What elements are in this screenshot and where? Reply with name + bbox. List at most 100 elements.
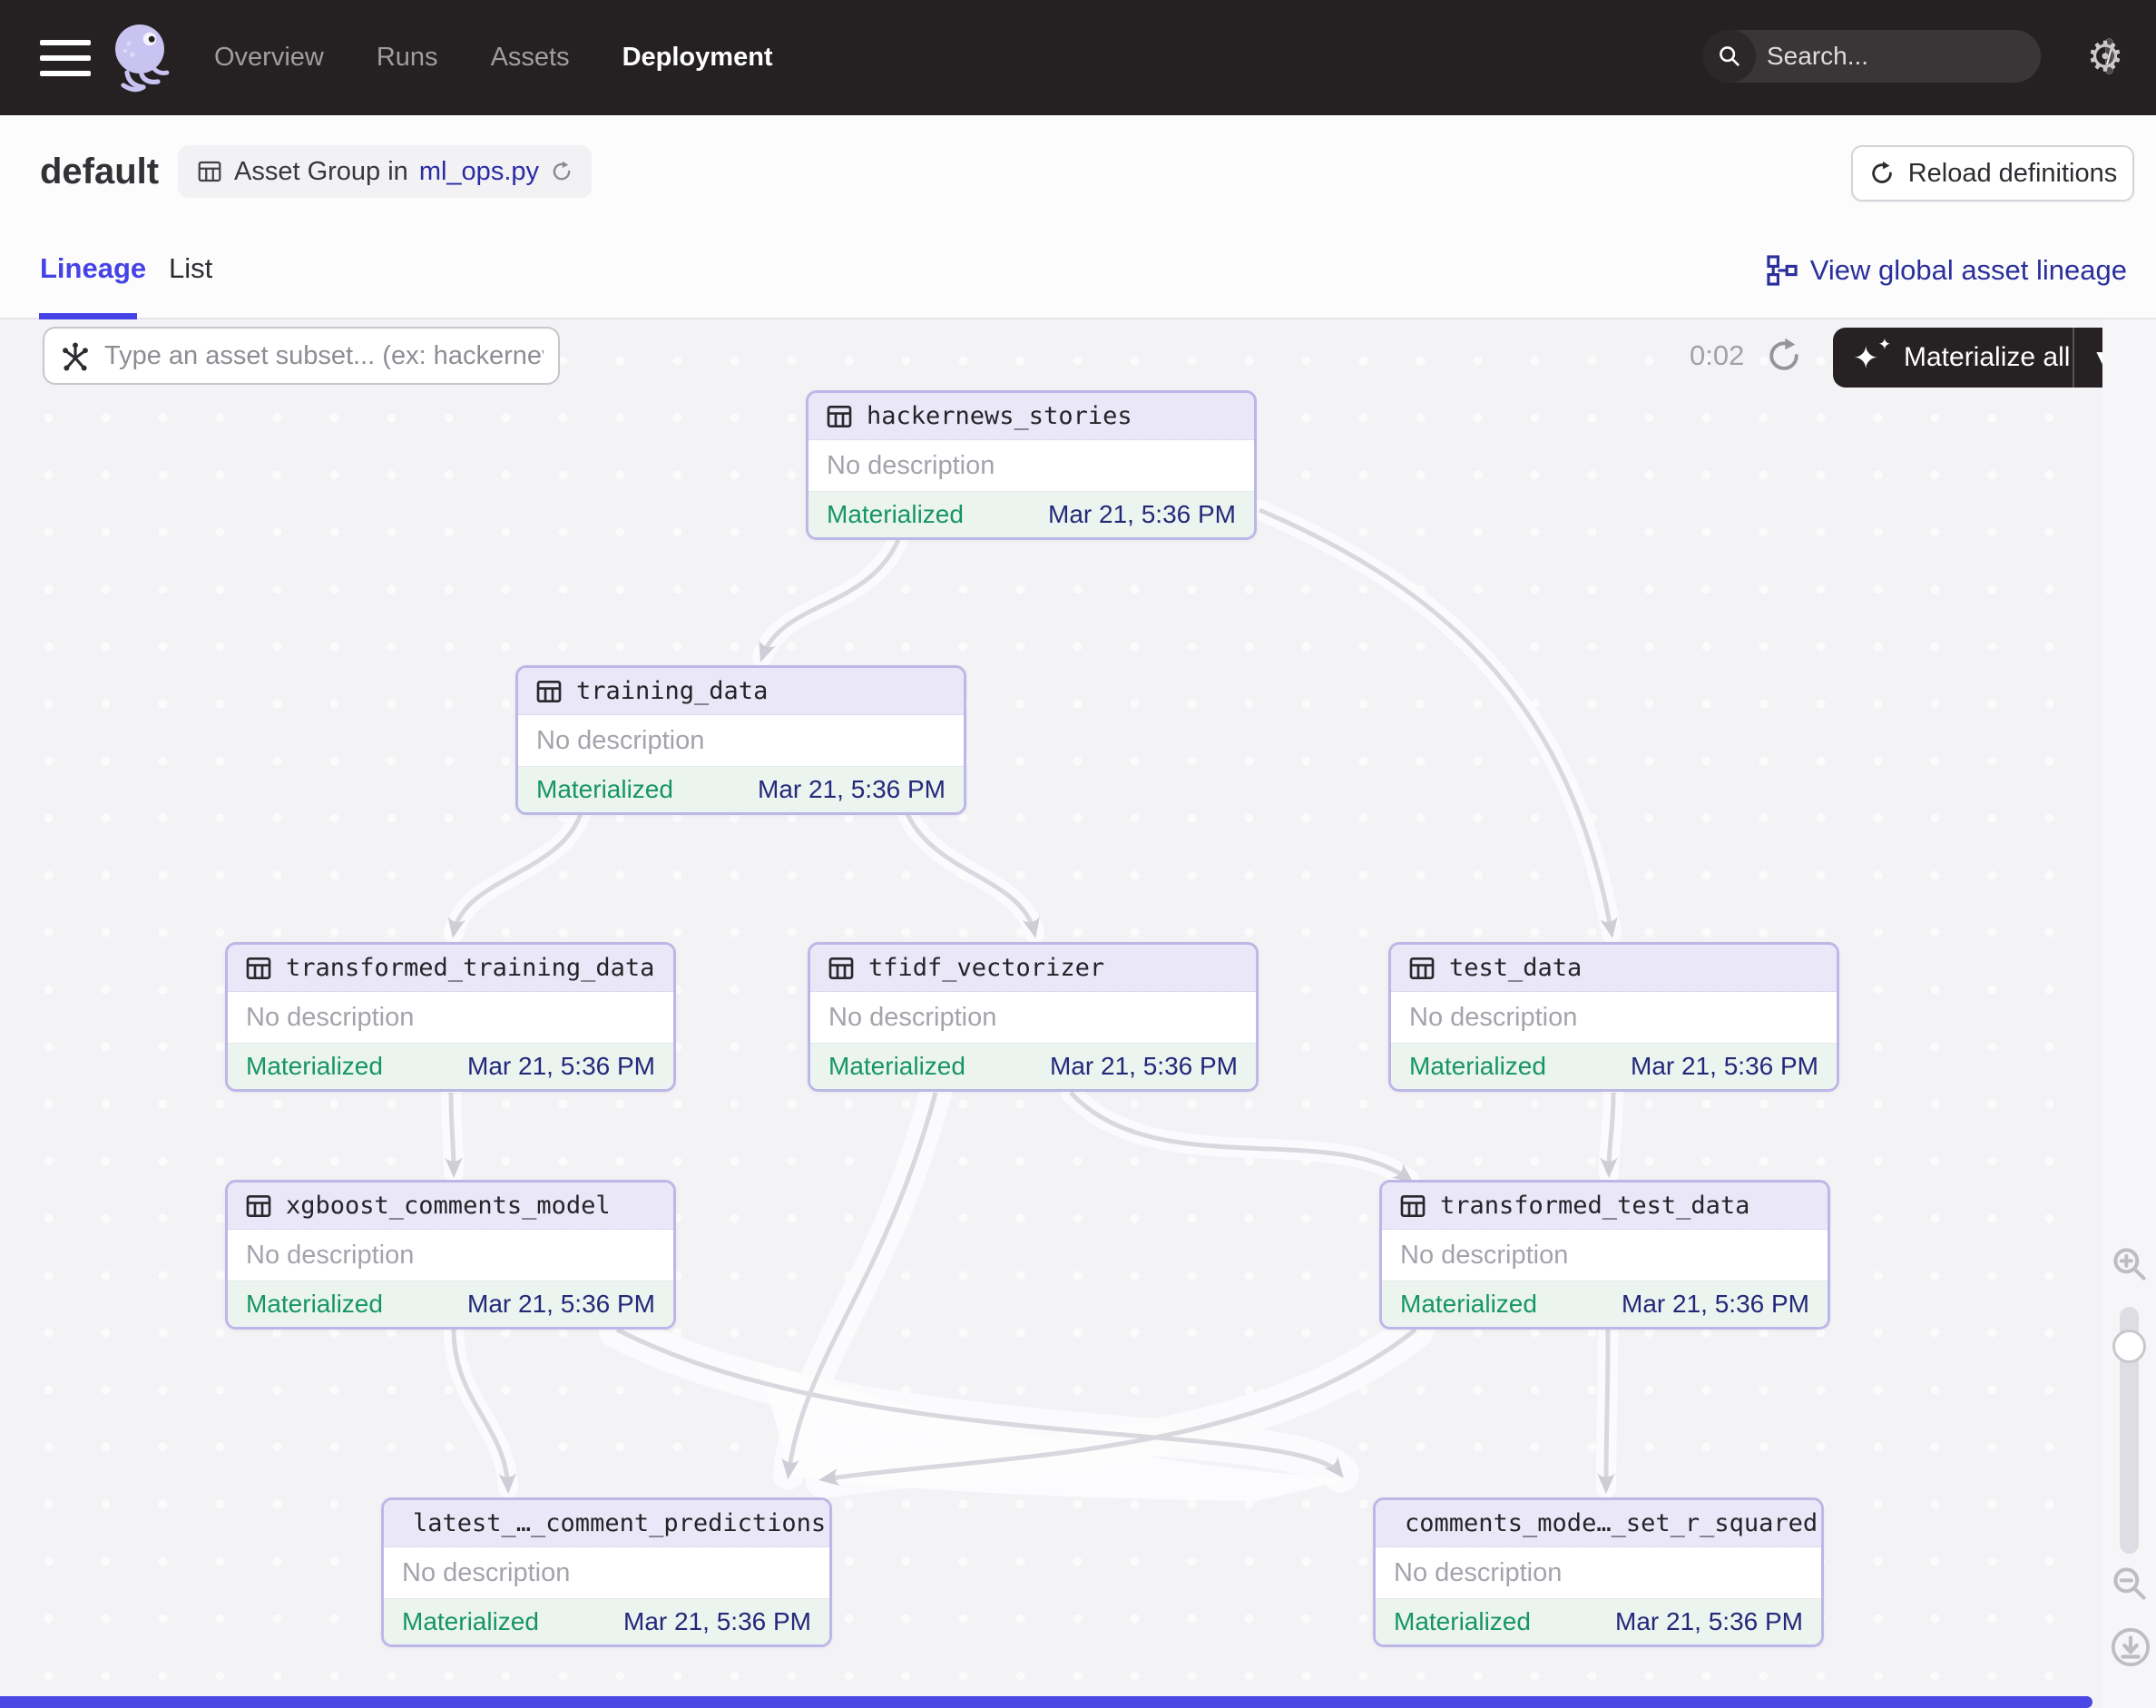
asset-node-transformed-training-data[interactable]: transformed_training_data No description… <box>225 942 676 1092</box>
dagster-octopus-logo[interactable] <box>105 20 178 96</box>
asset-node-footer: Materialized Mar 21, 5:36 PM <box>810 1043 1256 1089</box>
reload-group-icon[interactable] <box>550 160 573 183</box>
table-icon <box>534 677 564 706</box>
nav-item-runs[interactable]: Runs <box>377 43 438 73</box>
primary-nav: Overview Runs Assets Deployment <box>214 0 773 115</box>
zoom-in-icon[interactable] <box>2110 1244 2150 1284</box>
asset-node-footer: Materialized Mar 21, 5:36 PM <box>384 1598 829 1644</box>
asset-name: xgboost_comments_model <box>286 1192 611 1220</box>
search-input[interactable] <box>1756 42 2105 71</box>
view-global-asset-lineage-link[interactable]: View global asset lineage <box>1767 254 2127 287</box>
asset-node-footer: Materialized Mar 21, 5:36 PM <box>228 1043 673 1089</box>
asset-materialization-time[interactable]: Mar 21, 5:36 PM <box>1048 500 1236 529</box>
asset-name: tfidf_vectorizer <box>868 954 1104 982</box>
page-header: default Asset Group in ml_ops.py Reload … <box>0 115 2156 236</box>
asset-status-badge: Materialized <box>246 1290 383 1319</box>
table-icon <box>827 954 856 983</box>
asset-status-badge: Materialized <box>402 1607 539 1636</box>
refresh-icon <box>1868 160 1896 187</box>
asset-node-header: hackernews_stories <box>808 393 1254 440</box>
asset-node-header: xgboost_comments_model <box>228 1183 673 1230</box>
asset-node-header: tfidf_vectorizer <box>810 945 1256 992</box>
search-icon <box>1703 30 1756 83</box>
edge-tfidf-vectorizer-to-latest-comment-predictions <box>789 1093 936 1474</box>
asset-node-footer: Materialized Mar 21, 5:36 PM <box>808 491 1254 537</box>
edge-transformed-test-data-to-comments-mode-set-r-squared <box>1606 1330 1608 1488</box>
asset-status-badge: Materialized <box>246 1052 383 1081</box>
asset-materialization-time[interactable]: Mar 21, 5:36 PM <box>1615 1607 1803 1636</box>
materialize-all-button[interactable]: ✦✦ Materialize all <box>1833 338 2073 378</box>
download-image-icon[interactable] <box>2110 1626 2150 1666</box>
asset-node-footer: Materialized Mar 21, 5:36 PM <box>1376 1598 1821 1644</box>
asset-name: comments_mode…_set_r_squared <box>1405 1509 1818 1537</box>
hamburger-menu-icon[interactable] <box>40 40 91 76</box>
asset-description: No description <box>828 1003 996 1033</box>
nav-item-deployment[interactable]: Deployment <box>622 43 773 73</box>
asset-group-badge-text: Asset Group in <box>234 157 408 187</box>
lineage-graph-icon <box>1767 255 1798 286</box>
tab-lineage[interactable]: Lineage <box>40 252 146 285</box>
asset-node-training-data[interactable]: training_data No description Materialize… <box>515 665 966 815</box>
nav-item-overview[interactable]: Overview <box>214 43 324 73</box>
asset-node-transformed-test-data[interactable]: transformed_test_data No description Mat… <box>1379 1180 1830 1330</box>
zoom-out-icon[interactable] <box>2110 1564 2150 1604</box>
edge-tfidf-vectorizer-to-transformed-test-data <box>1071 1093 1409 1180</box>
asset-materialization-time[interactable]: Mar 21, 5:36 PM <box>1631 1052 1818 1081</box>
asset-materialization-time[interactable]: Mar 21, 5:36 PM <box>758 775 946 804</box>
asset-description: No description <box>1394 1558 1562 1588</box>
asset-description: No description <box>246 1241 414 1271</box>
settings-gear-icon[interactable]: ⚙ <box>2083 34 2127 78</box>
asset-materialization-time[interactable]: Mar 21, 5:36 PM <box>467 1290 655 1319</box>
edge-xgboost-comments-model-to-latest-comment-predictions <box>454 1330 508 1488</box>
tab-list[interactable]: List <box>169 252 212 285</box>
reload-definitions-button[interactable]: Reload definitions <box>1851 145 2134 201</box>
asset-description: No description <box>402 1558 570 1588</box>
asset-node-tfidf-vectorizer[interactable]: tfidf_vectorizer No description Material… <box>808 942 1259 1092</box>
asset-node-xgboost-comments-model[interactable]: xgboost_comments_model No description Ma… <box>225 1180 676 1330</box>
asset-group-badge[interactable]: Asset Group in ml_ops.py <box>178 145 592 198</box>
asset-status-badge: Materialized <box>536 775 673 804</box>
asset-materialization-time[interactable]: Mar 21, 5:36 PM <box>623 1607 811 1636</box>
asset-materialization-time[interactable]: Mar 21, 5:36 PM <box>467 1052 655 1081</box>
page-title: default <box>40 152 159 192</box>
asset-node-latest-comment-predictions[interactable]: latest_…_comment_predictions No descript… <box>381 1497 832 1647</box>
zoom-slider-handle[interactable] <box>2112 1330 2146 1363</box>
asset-materialization-time[interactable]: Mar 21, 5:36 PM <box>1622 1290 1809 1319</box>
asset-graph-icon <box>59 339 92 372</box>
lineage-canvas[interactable]: 0:02 ✦✦ Materialize all ▼ hackernews_sto… <box>0 319 2156 1708</box>
asset-status-badge: Materialized <box>827 500 964 529</box>
global-search[interactable]: / <box>1703 30 2041 83</box>
asset-description: No description <box>246 1003 414 1033</box>
materialize-all-label: Materialize all <box>1904 342 2070 373</box>
asset-status-badge: Materialized <box>1400 1290 1537 1319</box>
asset-description: No description <box>827 451 995 481</box>
table-icon <box>1398 1192 1427 1221</box>
asset-node-comments-mode-set-r-squared[interactable]: comments_mode…_set_r_squared No descript… <box>1373 1497 1824 1647</box>
asset-subset-filter[interactable] <box>43 327 560 385</box>
materialize-all-split-button: ✦✦ Materialize all ▼ <box>1833 328 2132 388</box>
asset-status-badge: Materialized <box>1409 1052 1546 1081</box>
tabs-row: Lineage List View global asset lineage <box>0 236 2156 319</box>
refresh-timer: 0:02 <box>1690 339 1744 372</box>
edge-test-data-to-transformed-test-data <box>1609 1093 1613 1173</box>
nav-item-assets[interactable]: Assets <box>491 43 570 73</box>
asset-node-hackernews-stories[interactable]: hackernews_stories No description Materi… <box>806 390 1257 540</box>
asset-name: transformed_training_data <box>286 954 654 982</box>
table-icon <box>825 402 854 431</box>
asset-node-body: No description <box>1382 1230 1828 1281</box>
asset-materialization-time[interactable]: Mar 21, 5:36 PM <box>1050 1052 1238 1081</box>
asset-name: hackernews_stories <box>867 402 1132 430</box>
refresh-graph-icon[interactable] <box>1764 336 1804 376</box>
asset-group-file-link[interactable]: ml_ops.py <box>419 157 539 187</box>
asset-node-header: comments_mode…_set_r_squared <box>1376 1500 1821 1547</box>
edge-training-data-to-transformed-training-data <box>454 814 581 933</box>
horizontal-scrollbar[interactable] <box>0 1696 2092 1708</box>
asset-subset-input[interactable] <box>104 341 544 371</box>
asset-node-header: transformed_test_data <box>1382 1183 1828 1230</box>
edge-hackernews-stories-to-test-data <box>1259 510 1612 933</box>
asset-name: latest_…_comment_predictions <box>413 1509 826 1537</box>
asset-node-test-data[interactable]: test_data No description Materialized Ma… <box>1388 942 1839 1092</box>
asset-status-badge: Materialized <box>1394 1607 1531 1636</box>
asset-node-footer: Materialized Mar 21, 5:36 PM <box>518 766 964 812</box>
asset-node-footer: Materialized Mar 21, 5:36 PM <box>1391 1043 1837 1089</box>
